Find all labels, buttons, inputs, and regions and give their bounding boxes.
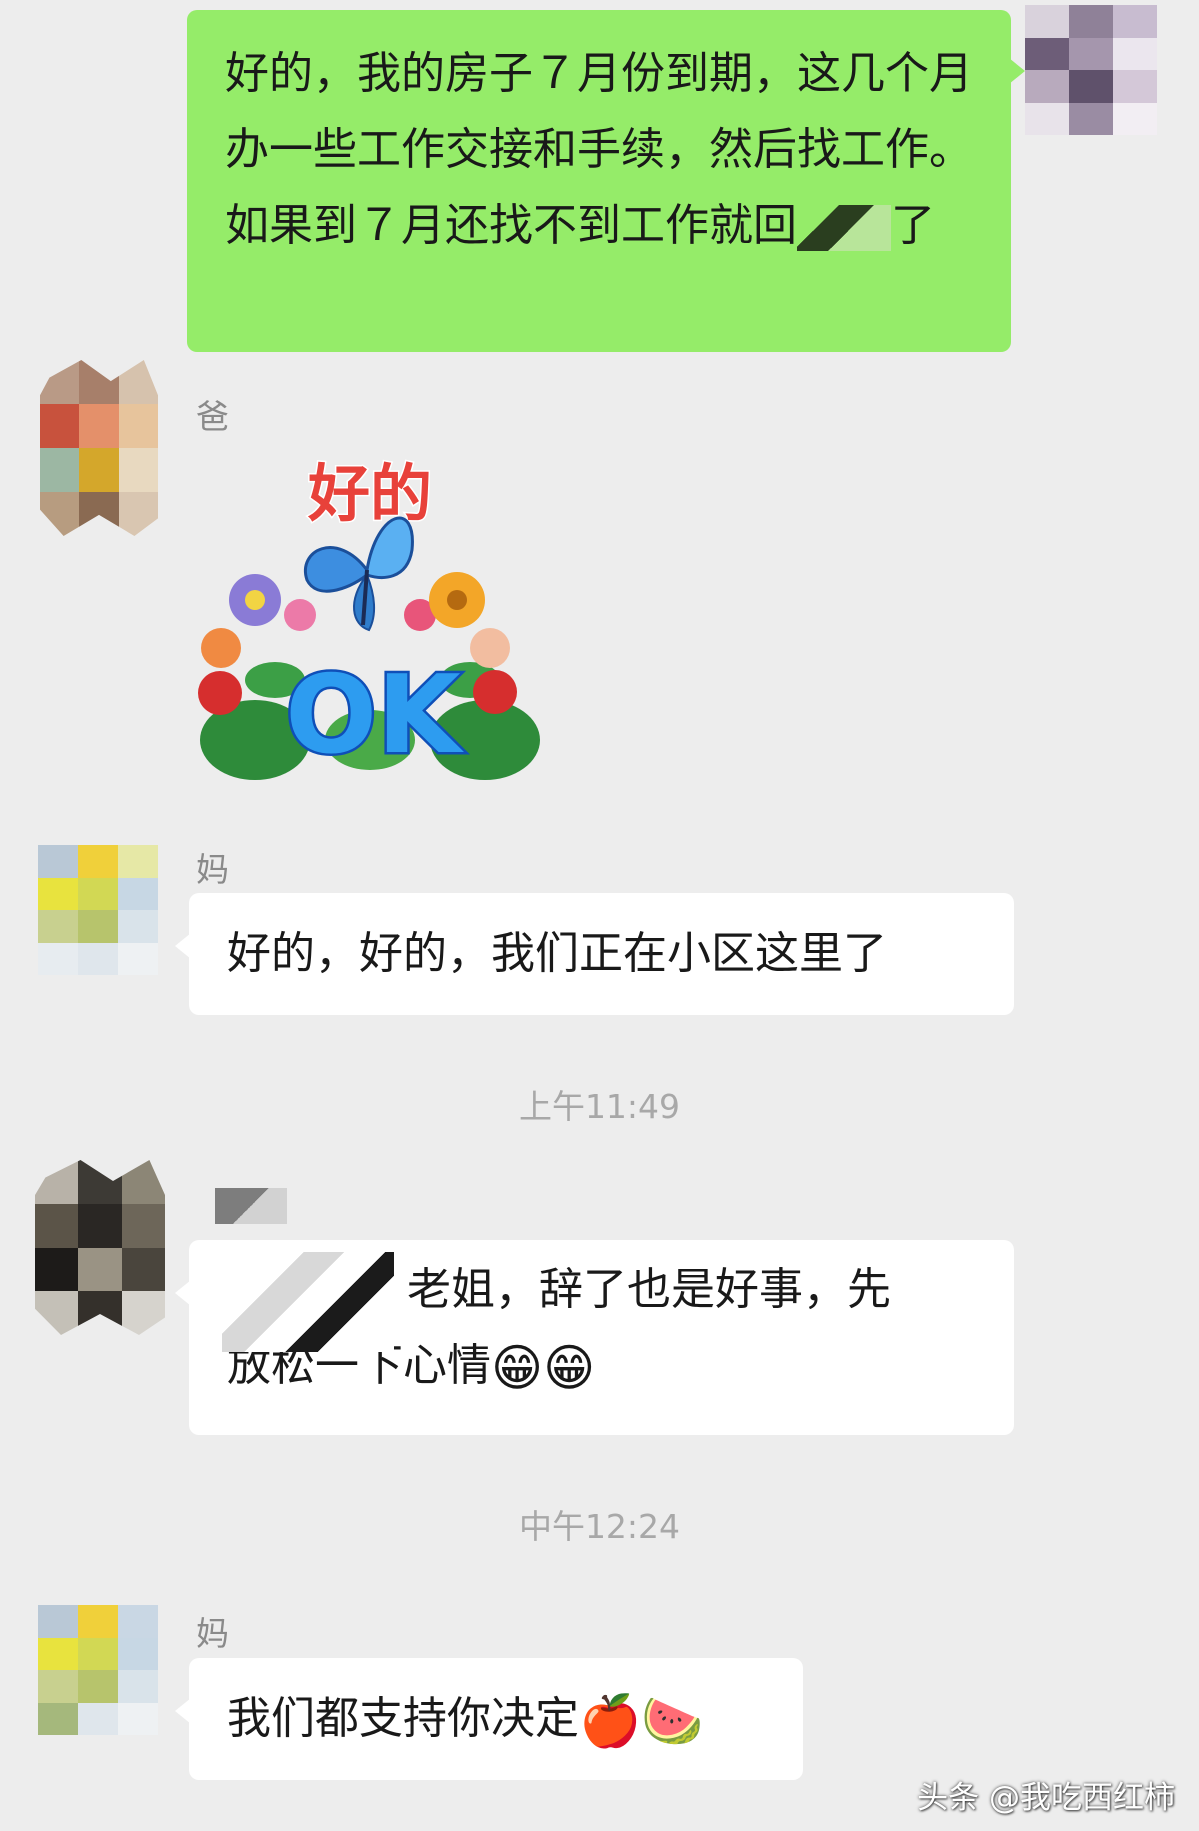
- timestamp: 上午11:49: [518, 1087, 681, 1126]
- timestamp: 中午12:24: [518, 1507, 681, 1546]
- watermark: 头条 @我吃西红柿: [917, 1780, 1175, 1816]
- pixelated-text: [797, 205, 891, 251]
- pixelated-name: [215, 1188, 287, 1224]
- chat-screen: 好的，我的房子７月份到期，这几个月办一些工作交接和手续，然后找工作。如果到７月还…: [0, 0, 1199, 1831]
- fruit-emoji: 🍎🍉: [579, 1692, 704, 1750]
- message-bubble-other[interactable]: 我们都支持你决定🍎🍉: [175, 1658, 803, 1780]
- message-bubble-me[interactable]: 好的，我的房子７月份到期，这几个月办一些工作交接和手续，然后找工作。如果到７月还…: [187, 10, 1025, 352]
- sender-name: 妈: [196, 1614, 229, 1653]
- sticker-art: 好的 OK: [198, 456, 540, 781]
- ok-sticker[interactable]: 好的 OK: [195, 440, 555, 810]
- message-text-end: 了: [891, 200, 935, 251]
- pixelated-text: [222, 1252, 394, 1352]
- message-text: 我们都支持你决定: [227, 1693, 579, 1744]
- mom-avatar[interactable]: [38, 1605, 158, 1735]
- message-text: 好的，好的，我们正在小区这里了: [227, 928, 887, 979]
- sticker-ok-text: OK: [285, 653, 464, 778]
- sender-name: 爸: [196, 397, 229, 436]
- grin-emoji: 😁😁: [491, 1339, 596, 1397]
- dad-avatar[interactable]: [40, 360, 158, 536]
- mom-avatar[interactable]: [38, 845, 158, 975]
- butterfly-icon: [304, 516, 414, 632]
- my-avatar[interactable]: [1025, 5, 1157, 135]
- sibling-avatar[interactable]: [35, 1160, 165, 1335]
- message-bubble-other[interactable]: 好的，好的，我们正在小区这里了: [175, 893, 1014, 1015]
- sender-name: 妈: [196, 850, 229, 889]
- message-text: 老姐，辞了也是好事，先: [407, 1264, 891, 1315]
- sticker-label: 好的: [307, 457, 432, 530]
